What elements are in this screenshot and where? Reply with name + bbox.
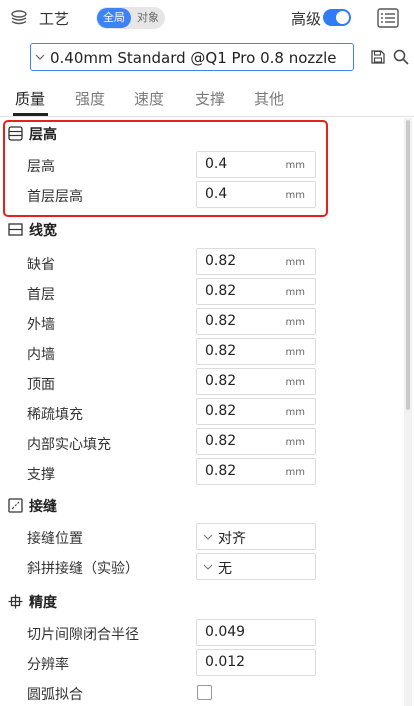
chevron-down-icon: [203, 534, 213, 540]
seam-position-select[interactable]: 对齐: [196, 523, 316, 550]
settings-tabs: 质量 强度 速度 支撑 其他: [0, 86, 414, 117]
unit-label: mm: [285, 437, 305, 448]
unit-label: mm: [285, 347, 305, 358]
layers-icon: [11, 10, 27, 25]
field-value: 0.82: [205, 403, 237, 419]
chevron-down-icon: [35, 54, 45, 60]
arc-fitting-label: 圆弧拟合: [27, 687, 83, 703]
highlight-box: [3, 120, 328, 217]
slice-gap-closing-radius-label: 切片间隙闭合半径: [27, 627, 139, 643]
profile-name: 0.40mm Standard @Q1 Pro 0.8 nozzle: [50, 49, 337, 67]
unit-label: mm: [285, 317, 305, 328]
unit-label: mm: [285, 377, 305, 388]
vertical-scrollbar[interactable]: [404, 118, 412, 706]
tab-strength[interactable]: 强度: [75, 88, 105, 109]
top-bar: 工艺 全局 对象 高级: [0, 0, 414, 36]
scope-switch[interactable]: 全局 对象: [96, 7, 165, 29]
scope-object-option[interactable]: 对象: [133, 8, 163, 28]
scarf-seam-label: 斜拼接缝（实验）: [27, 561, 139, 577]
sparse-infill-line-width-input[interactable]: 0.82 mm: [196, 398, 316, 425]
default-line-width-input[interactable]: 0.82 mm: [196, 248, 316, 275]
internal-solid-infill-line-width-label: 内部实心填充: [27, 437, 111, 453]
chevron-down-icon: [203, 564, 213, 570]
line-width-icon: [8, 223, 23, 236]
process-profile-select[interactable]: 0.40mm Standard @Q1 Pro 0.8 nozzle: [30, 43, 354, 71]
save-icon[interactable]: [371, 50, 385, 64]
inner-wall-line-width-label: 内墙: [27, 347, 55, 363]
internal-solid-infill-line-width-input[interactable]: 0.82 mm: [196, 428, 316, 455]
unit-label: mm: [285, 257, 305, 268]
field-value: 0.82: [205, 253, 237, 269]
scope-global-option[interactable]: 全局: [97, 8, 131, 28]
active-tab-indicator: [13, 113, 48, 116]
section-title: 接缝: [29, 499, 57, 515]
unit-label: mm: [285, 467, 305, 478]
advanced-label: 高级: [291, 10, 322, 28]
top-surface-line-width-label: 顶面: [27, 377, 55, 393]
tab-quality[interactable]: 质量: [15, 88, 45, 109]
tab-speed[interactable]: 速度: [134, 88, 164, 109]
advanced-toggle[interactable]: [323, 9, 351, 26]
outer-wall-line-width-label: 外墙: [27, 317, 55, 333]
unit-label: mm: [285, 407, 305, 418]
toggle-knob: [336, 11, 349, 24]
field-value: 0.82: [205, 373, 237, 389]
field-value: 0.82: [205, 283, 237, 299]
sparse-infill-line-width-label: 稀疏填充: [27, 407, 83, 423]
resolution-label: 分辨率: [27, 657, 69, 673]
top-surface-line-width-input[interactable]: 0.82 mm: [196, 368, 316, 395]
outer-wall-line-width-input[interactable]: 0.82 mm: [196, 308, 316, 335]
panel-title: 工艺: [39, 10, 70, 28]
first-layer-line-width-input[interactable]: 0.82 mm: [196, 278, 316, 305]
selected-value: 对齐: [218, 531, 246, 547]
scarf-seam-select[interactable]: 无: [196, 553, 316, 580]
first-layer-line-width-label: 首层: [27, 287, 55, 303]
selected-value: 无: [218, 561, 232, 577]
unit-label: mm: [285, 287, 305, 298]
field-value: 0.012: [205, 654, 246, 670]
field-value: 0.82: [205, 433, 237, 449]
compare-list-icon[interactable]: [377, 8, 399, 28]
field-value: 0.82: [205, 343, 237, 359]
search-icon[interactable]: [393, 49, 409, 65]
support-line-width-label: 支撑: [27, 467, 55, 483]
inner-wall-line-width-input[interactable]: 0.82 mm: [196, 338, 316, 365]
section-title: 线宽: [29, 223, 57, 239]
slice-gap-closing-radius-input[interactable]: 0.049: [196, 619, 316, 646]
section-title: 精度: [29, 595, 57, 611]
field-value: 0.82: [205, 313, 237, 329]
seam-icon: [8, 498, 23, 513]
scrollbar-thumb[interactable]: [406, 120, 410, 410]
support-line-width-input[interactable]: 0.82 mm: [196, 458, 316, 485]
default-line-width-label: 缺省: [27, 257, 55, 273]
field-value: 0.82: [205, 463, 237, 479]
precision-icon: [8, 594, 23, 609]
resolution-input[interactable]: 0.012: [196, 649, 316, 676]
tab-support[interactable]: 支撑: [195, 88, 225, 109]
seam-position-label: 接缝位置: [27, 531, 83, 547]
tab-others[interactable]: 其他: [254, 88, 284, 109]
arc-fitting-checkbox[interactable]: [197, 685, 212, 700]
field-value: 0.049: [205, 624, 246, 640]
